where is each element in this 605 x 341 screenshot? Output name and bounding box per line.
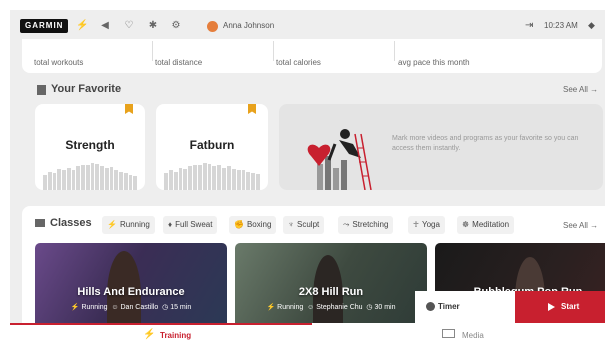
stat-label-pace: avg pace this month [398,58,470,67]
sculpt-icon: ♆ [288,220,294,229]
garmin-logo: GARMIN [20,19,69,33]
tab-training[interactable]: Training [160,331,191,340]
filter-label: Sculpt [297,220,320,229]
bookmark-icon [37,85,46,95]
avatar[interactable] [207,21,218,32]
stat-divider [394,41,395,61]
volume-icon[interactable]: ◀ [99,20,111,32]
intensity-bars [43,162,137,190]
meditation-icon: ☸ [462,220,470,229]
filter-label: Yoga [421,220,440,229]
classes-title: Classes [50,217,92,229]
stat-label-calories: total calories [276,58,321,67]
running-icon: ⚡ [107,220,117,229]
class-duration: 15 min [170,304,192,311]
filter-label: Meditation [472,220,510,229]
bookmark-icon [248,104,256,114]
favorite-name: Strength [65,138,115,152]
class-title: 2X8 Hill Run [298,286,364,298]
favorite-card-fatburn[interactable]: Fatburn [156,104,268,190]
favorites-hint-text: Mark more videos and programs as your fa… [392,135,579,152]
running-icon[interactable]: ⚡ [76,20,88,32]
favorites-see-all[interactable]: See All → [563,85,598,94]
intensity-bars [164,162,260,190]
class-coach: Stephanie Chu [316,304,363,311]
stat-divider [152,41,153,61]
class-category: Running [81,304,108,311]
settings-icon[interactable]: ⚙ [170,20,182,32]
bottom-nav: ⚡ Training Media [10,323,605,341]
class-title: Hills And Endurance [77,286,185,298]
running-icon: ⚡ [143,329,156,340]
favorite-name: Fatburn [189,138,235,152]
classes-see-all[interactable]: See All → [563,221,598,230]
start-button[interactable]: Start [515,291,605,323]
see-all-label: See All [563,85,588,94]
see-all-label: See All [563,221,588,230]
start-label: Start [561,302,580,311]
play-icon [548,303,555,311]
classes-icon [35,219,45,227]
filter-label: Full Sweat [175,220,213,229]
favorite-card-strength[interactable]: Strength [35,104,145,190]
app-frame: GARMIN ⚡ ◀ ♡ ✱ ⚙ Anna Johnson ⇥ 10:23 AM… [10,10,605,341]
class-meta: ⚡ Running ☺ Dan Castillo ◷ 15 min [70,304,192,311]
filter-chip-boxing[interactable]: ✊ Boxing [229,216,277,234]
favorites-empty-hint: Mark more videos and programs as your fa… [279,104,603,190]
wifi-icon: ◆ [588,20,595,30]
stretching-icon: ⤳ [343,220,350,229]
class-coach: Dan Castillo [120,304,159,311]
user-name[interactable]: Anna Johnson [223,21,274,30]
tab-media[interactable]: Media [462,331,484,340]
filter-label: Boxing [246,220,272,229]
filter-chip-meditation[interactable]: ☸ Meditation [457,216,515,234]
bookmark-icon [125,104,133,114]
yoga-icon: ☥ [413,220,419,229]
favorites-illustration [307,129,372,190]
filter-label: Running [119,220,150,229]
filter-chip-yoga[interactable]: ☥ Yoga [408,216,445,234]
filter-chip-sculpt[interactable]: ♆ Sculpt [283,216,325,234]
timer-icon [426,302,435,311]
class-duration: 30 min [374,304,396,311]
stat-label-workouts: total workouts [34,58,84,67]
flame-icon: ♦ [168,220,173,229]
filter-chip-running[interactable]: ⚡ Running [102,216,155,234]
filter-chip-full-sweat[interactable]: ♦ Full Sweat [163,216,218,234]
media-icon [442,329,455,338]
stats-card: total workouts total distance total calo… [22,39,602,73]
filter-chip-stretching[interactable]: ⤳ Stretching [338,216,394,234]
exit-icon[interactable]: ⇥ [525,20,533,31]
timer-button[interactable]: Timer [415,291,515,323]
clock: 10:23 AM [544,21,578,30]
active-tab-indicator [10,323,312,325]
filter-label: Stretching [352,220,389,229]
class-meta: ⚡ Running ☺ Stephanie Chu ◷ 30 min [266,304,396,311]
boxing-icon: ✊ [234,220,244,229]
timer-label: Timer [438,302,460,311]
heart-rate-icon[interactable]: ♡ [123,20,135,32]
bluetooth-icon[interactable]: ✱ [147,20,159,32]
stat-divider [273,41,274,61]
stat-label-distance: total distance [155,58,203,67]
class-category: Running [277,304,304,311]
favorites-title: Your Favorite [51,83,122,95]
